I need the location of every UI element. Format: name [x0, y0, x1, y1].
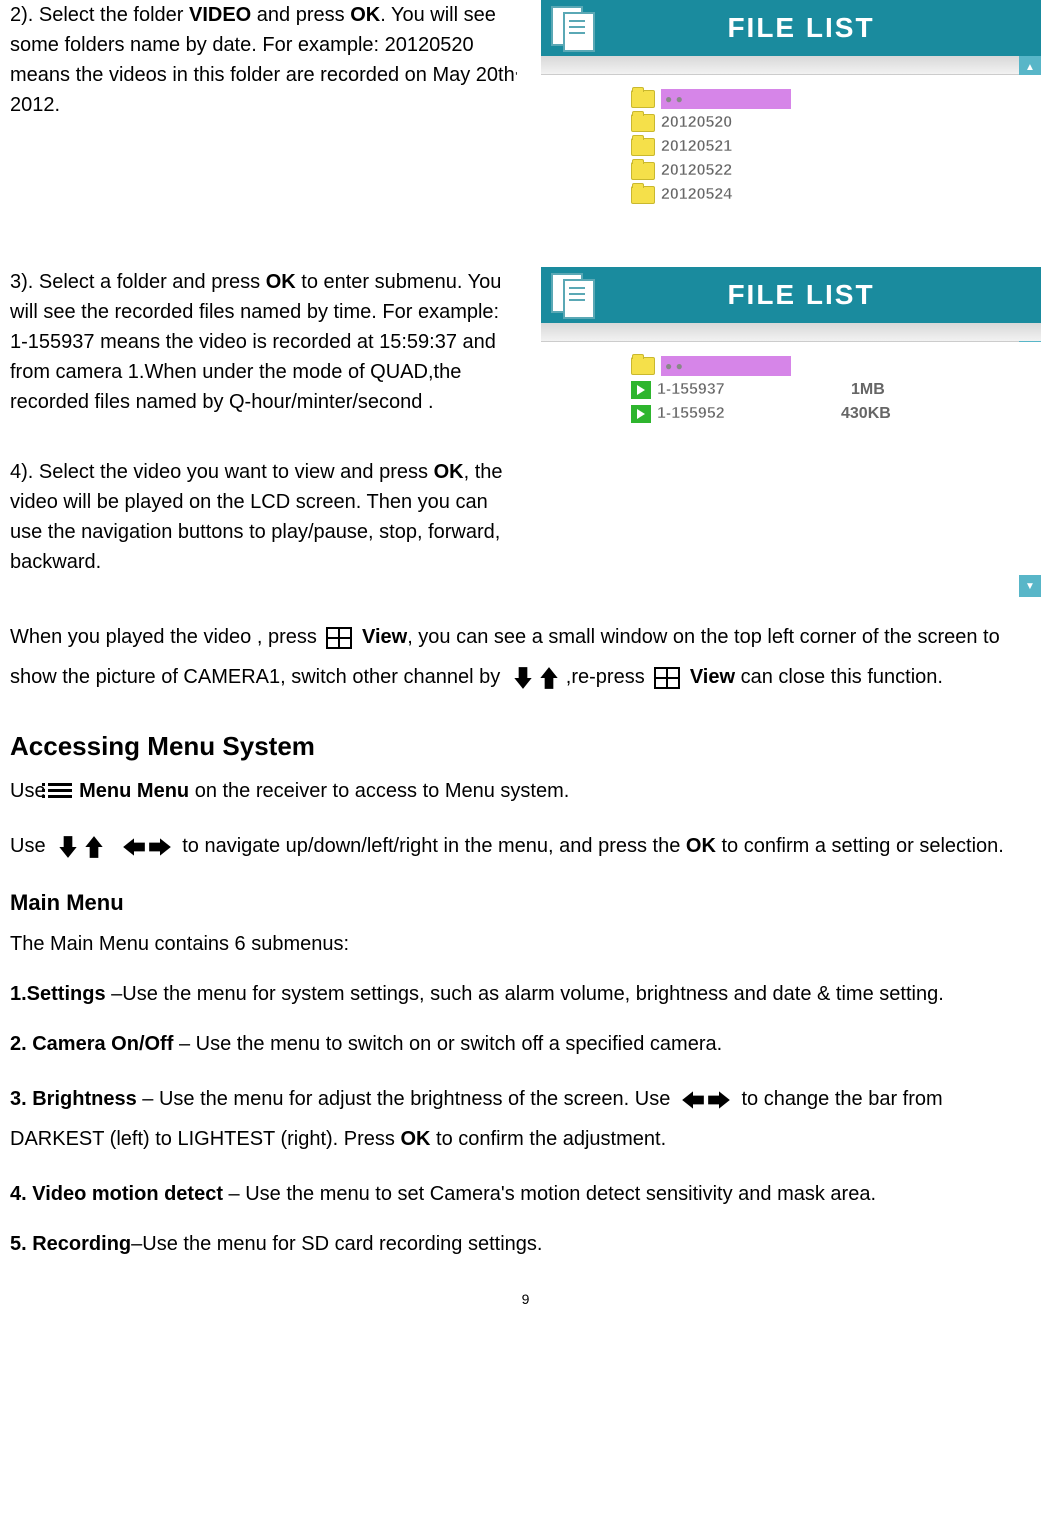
file-list-header: FILE LIST [541, 0, 1041, 56]
bold: View [690, 666, 735, 688]
text: to navigate up/down/left/right in the me… [182, 835, 686, 857]
text: When you played the video , press [10, 626, 322, 648]
text: –Use the menu for SD card recording sett… [131, 1233, 542, 1255]
file-size: 430KB [841, 402, 891, 426]
subbar [541, 323, 1041, 342]
bold: OK [686, 835, 716, 857]
list-item[interactable]: 1-155952 430KB [631, 402, 1041, 426]
subbar [541, 56, 1041, 75]
file-list-title: FILE LIST [601, 7, 1001, 49]
folder-icon [631, 90, 655, 108]
menu-item-2: 2. Camera On/Off – Use the menu to switc… [10, 1029, 1041, 1059]
text: on the receiver to access to Menu system… [189, 780, 569, 802]
text: ,re-press [566, 666, 650, 688]
bold: 3. Brightness [10, 1088, 137, 1110]
left-right-icon [680, 1087, 732, 1113]
left-column: 3). Select a folder and press OK to ente… [10, 267, 521, 597]
list-item[interactable]: ● ● [631, 87, 1041, 111]
view-grid-icon [326, 627, 352, 649]
sup: , [515, 62, 518, 76]
text: can close this function. [735, 666, 943, 688]
folder-icon [631, 357, 655, 375]
text: Use [10, 835, 51, 857]
text: Use [10, 780, 46, 802]
folder-icon [631, 114, 655, 132]
file-list-panel-folders: FILE LIST ▲ ● ● 20120520 20120521 201205… [541, 0, 1041, 247]
folder-label: 20120522 [661, 159, 732, 183]
main-menu-intro: The Main Menu contains 6 submenus: [10, 929, 1041, 959]
pages-icon [551, 273, 601, 317]
selected-row: ● ● [661, 356, 791, 376]
folder-label: 20120520 [661, 111, 732, 135]
bold: OK [400, 1128, 430, 1150]
bold: Menu Menu [79, 780, 189, 802]
text: – Use the menu for adjust the brightness… [137, 1088, 676, 1110]
step3-text: 3). Select a folder and press OK to ente… [10, 267, 521, 417]
heading-main-menu: Main Menu [10, 886, 1041, 919]
list-item[interactable]: 20120522 [631, 159, 1041, 183]
menu-item-1: 1.Settings –Use the menu for system sett… [10, 979, 1041, 1009]
nav-line: Use to navigate up/down/left/right in th… [10, 826, 1041, 866]
file-list-title: FILE LIST [601, 274, 1001, 316]
bold: 5. Recording [10, 1233, 131, 1255]
heading-accessing-menu: Accessing Menu System [10, 727, 1041, 766]
selected-row: ● ● [661, 89, 791, 109]
menu-item-5: 5. Recording–Use the menu for SD card re… [10, 1229, 1041, 1259]
parent-dots: ● ● [665, 90, 683, 108]
bold: 4. Video motion detect [10, 1183, 223, 1205]
list-item[interactable]: ● ● [631, 354, 1041, 378]
menu-icon [48, 783, 72, 801]
text: and press [251, 4, 350, 26]
folder-icon [631, 186, 655, 204]
file-list-panel-files: FILE LIST ▲ ● ● 1-155937 1MB 1-155952 43… [541, 267, 1041, 597]
left-right-icon [121, 834, 173, 860]
bold: View [362, 626, 407, 648]
menu-access-line: Use Menu Menu on the receiver to access … [10, 776, 1041, 806]
list-item[interactable]: 1-155937 1MB [631, 378, 1041, 402]
list-item[interactable]: 20120520 [631, 111, 1041, 135]
file-list-body: ● ● 1-155937 1MB 1-155952 430KB [541, 342, 1041, 594]
bold: OK [266, 271, 296, 293]
text: to confirm the adjustment. [430, 1128, 666, 1150]
bold: OK [434, 461, 464, 483]
view-paragraph: When you played the video , press View, … [10, 617, 1041, 697]
bold: 1.Settings [10, 983, 111, 1005]
scroll-down-icon[interactable]: ▼ [1019, 575, 1041, 597]
folder-label: 20120521 [661, 135, 732, 159]
text: 2). Select the folder [10, 4, 189, 26]
down-up-icon [55, 834, 107, 860]
list-item[interactable]: 20120521 [631, 135, 1041, 159]
text: – Use the menu to set Camera's motion de… [223, 1183, 876, 1205]
text: – Use the menu to switch on or switch of… [173, 1033, 722, 1055]
play-icon [631, 381, 651, 399]
menu-item-3: 3. Brightness – Use the menu for adjust … [10, 1079, 1041, 1159]
step4-text: 4). Select the video you want to view an… [10, 457, 521, 577]
file-size: 1MB [851, 378, 885, 402]
file-list-body: ● ● 20120520 20120521 20120522 20120524 [541, 75, 1041, 247]
bold: VIDEO [189, 4, 251, 26]
bold: 2. Camera On/Off [10, 1033, 173, 1055]
down-up-icon [510, 665, 562, 691]
folder-icon [631, 138, 655, 156]
step2-text: 2). Select the folder VIDEO and press OK… [10, 0, 521, 247]
file-label: 1-155952 [657, 402, 725, 426]
file-label: 1-155937 [657, 378, 725, 402]
folder-label: 20120524 [661, 183, 732, 207]
view-grid-icon [654, 667, 680, 689]
file-list-header: FILE LIST [541, 267, 1041, 323]
page-number: 9 [10, 1289, 1041, 1310]
text: –Use the menu for system settings, such … [111, 983, 944, 1005]
bold: OK [350, 4, 380, 26]
parent-dots: ● ● [665, 357, 683, 375]
play-icon [631, 405, 651, 423]
list-item[interactable]: 20120524 [631, 183, 1041, 207]
text: 4). Select the video you want to view an… [10, 461, 434, 483]
text: 2012. [10, 94, 60, 116]
pages-icon [551, 6, 601, 50]
text: 3). Select a folder and press [10, 271, 266, 293]
text: to confirm a setting or selection. [716, 835, 1004, 857]
menu-item-4: 4. Video motion detect – Use the menu to… [10, 1179, 1041, 1209]
folder-icon [631, 162, 655, 180]
